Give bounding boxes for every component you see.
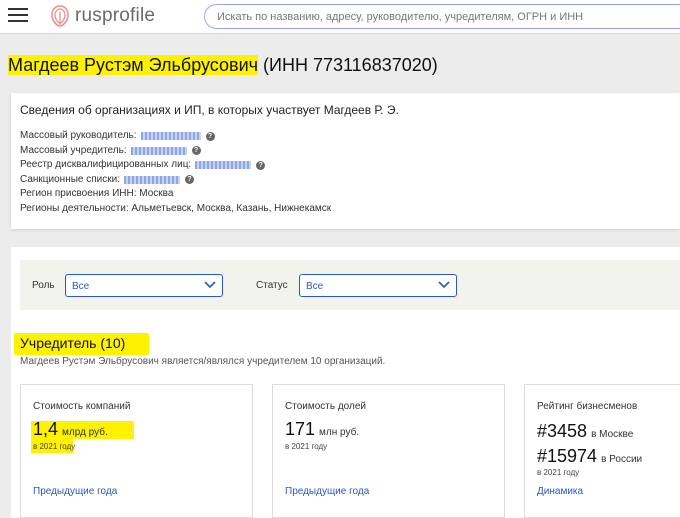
status-select-value: Все [306,281,324,292]
rank-region: в России [601,454,643,465]
stat-card-shares-value: Стоимость долей 171 млн руб. в 2021 году … [272,384,505,518]
rank-russia: #15974 в России [537,446,642,467]
section-subtitle: Магдеев Рустэм Эльбрусович является/явля… [20,356,386,367]
filter-bar: Роль Все Статус Все [20,260,680,310]
stat-value: 171 млн руб. [285,419,359,440]
info-row-mass-founder: Массовый учредитель: ? [20,144,331,159]
help-icon[interactable]: ? [256,160,266,170]
status-label: Статус [256,280,288,291]
info-card: Сведения об организациях и ИП, в которых… [11,93,680,229]
redacted-value[interactable] [195,161,252,170]
rusprofile-logo-icon [51,5,69,27]
help-icon[interactable]: ? [191,146,201,156]
top-bar: rusprofile [0,0,680,34]
inn-text: (ИНН 773116837020) [263,55,438,75]
logo-text: rusprofile [75,5,156,26]
rank-region: в Москве [591,429,634,440]
menu-icon[interactable] [8,8,28,24]
stat-year: в 2021 году [285,442,328,451]
redacted-value[interactable] [140,132,201,141]
section-title: Учредитель (10) [20,335,126,351]
status-select[interactable]: Все [299,274,457,297]
stat-number: 1,4 [33,419,59,439]
stat-unit: млрд руб. [62,427,108,438]
redacted-value[interactable] [130,146,187,155]
previous-years-link[interactable]: Предыдущие года [33,486,117,497]
redacted-value[interactable] [123,175,180,184]
logo[interactable]: rusprofile [50,4,155,28]
chevron-down-icon [438,281,450,289]
search-input[interactable] [204,4,680,29]
stat-year: в 2021 году [33,442,76,451]
info-row-disqualified: Реестр дисквалифицированных лиц: ? [20,158,331,173]
previous-years-link[interactable]: Предыдущие года [285,486,369,497]
stat-card-companies-value: Стоимость компаний 1,4 млрд руб. в 2021 г… [20,384,253,518]
info-row-label: Реестр дисквалифицированных лиц: [20,159,192,170]
page-title: Магдеев Рустэм Эльбрусович (ИНН 77311683… [8,55,438,76]
info-row-mass-director: Массовый руководитель: ? [20,129,331,144]
chevron-down-icon [204,281,216,289]
stat-year: в 2021 году [537,468,580,477]
dynamics-link[interactable]: Динамика [537,486,583,497]
role-select[interactable]: Все [65,274,223,297]
info-heading: Сведения об организациях и ИП, в которых… [20,103,399,117]
rank-moscow: #3458 в Москве [537,421,633,442]
stat-number: 171 [285,419,316,439]
role-label: Роль [32,280,55,291]
role-select-value: Все [72,281,90,292]
help-icon[interactable]: ? [205,131,215,141]
info-row-label: Массовый руководитель: [20,130,137,141]
info-row-region-inn: Регион присвоения ИНН: Москва [20,188,174,199]
info-row-label: Санкционные списки: [20,173,120,185]
stat-label: Стоимость долей [285,401,367,412]
stat-label: Стоимость компаний [33,401,131,412]
rank-number: #3458 [537,421,588,441]
help-icon[interactable]: ? [184,175,194,185]
info-row-regions-activity: Регионы деятельности: Альметьевск, Москв… [20,202,332,214]
info-row-label: Массовый учредитель: [20,144,127,156]
founder-panel: Роль Все Статус Все Учредитель (10) Магд… [11,247,680,518]
stat-unit: млн руб. [319,427,360,438]
info-row-sanctions: Санкционные списки: ? [20,173,331,188]
info-rows: Массовый руководитель: ? Массовый учреди… [20,129,331,216]
stat-value: 1,4 млрд руб. [33,419,108,440]
stat-label: Рейтинг бизнесменов [537,401,638,412]
stat-card-business-rating: Рейтинг бизнесменов #3458 в Москве #15974… [524,384,680,518]
rank-number: #15974 [537,446,598,466]
person-name: Магдеев Рустэм Эльбрусович [8,55,259,75]
